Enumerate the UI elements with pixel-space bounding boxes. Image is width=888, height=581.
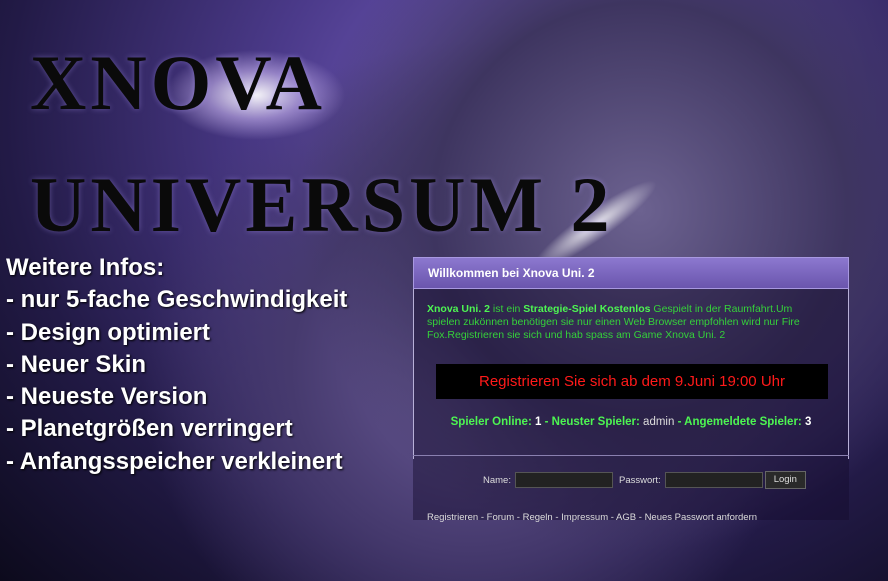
link-separator: -	[514, 512, 523, 523]
panel-body: Xnova Uni. 2 ist ein Strategie-Spiel Kos…	[413, 289, 849, 459]
link-terms[interactable]: AGB	[616, 512, 636, 523]
online-label: Spieler Online:	[450, 416, 532, 428]
intro-game-name: Xnova Uni. 2	[427, 303, 491, 315]
logo-title-line1: XNOVA	[30, 39, 326, 126]
link-separator: -	[608, 512, 617, 523]
newest-label: Neuster Spieler:	[551, 416, 640, 428]
footer-links: Registrieren - Forum - Regeln - Impressu…	[427, 512, 757, 523]
stats-separator: -	[541, 416, 552, 428]
info-item: - Design optimiert	[6, 318, 211, 346]
password-label: Passwort:	[618, 474, 661, 486]
info-item: - Neuer Skin	[6, 350, 147, 378]
info-item: - Neueste Version	[6, 383, 208, 411]
stats-separator: -	[674, 416, 685, 428]
info-item: - Anfangsspeicher verkleinert	[6, 447, 343, 475]
link-forum[interactable]: Forum	[487, 512, 514, 523]
intro-text: Xnova Uni. 2 ist ein Strategie-Spiel Kos…	[427, 303, 827, 342]
newest-value: admin	[643, 416, 675, 428]
link-separator: -	[478, 512, 487, 523]
info-item: - nur 5-fache Geschwindigkeit	[6, 286, 348, 314]
login-form: Name: Passwort: Login	[413, 471, 849, 489]
player-stats: Spieler Online: 1 - Neuster Spieler: adm…	[414, 416, 848, 428]
link-imprint[interactable]: Impressum	[561, 512, 608, 523]
panel-header: Willkommen bei Xnova Uni. 2	[413, 257, 849, 289]
name-label: Name:	[483, 474, 511, 486]
login-button[interactable]: Login	[764, 471, 806, 489]
welcome-panel: Willkommen bei Xnova Uni. 2 Xnova Uni. 2…	[413, 257, 849, 523]
registered-value: 3	[804, 416, 812, 428]
registration-notice: Registrieren Sie sich ab dem 9.Juni 19:0…	[436, 364, 828, 399]
logo-title-line2: UNIVERSUM 2	[30, 161, 614, 248]
info-heading: Weitere Infos:	[6, 254, 165, 281]
panel-divider	[413, 455, 849, 456]
link-separator: -	[636, 512, 645, 523]
info-item: - Planetgrößen verringert	[6, 415, 293, 443]
info-list: Weitere Infos: - nur 5-fache Geschwindig…	[6, 252, 347, 478]
registered-label: Angemeldete Spieler:	[684, 416, 802, 428]
link-separator: -	[552, 512, 562, 523]
intro-part1: ist ein	[490, 303, 524, 315]
link-rules[interactable]: Regeln	[523, 512, 553, 523]
link-new-password[interactable]: Neues Passwort anfordern	[645, 512, 757, 523]
link-register[interactable]: Registrieren	[427, 512, 478, 523]
password-input[interactable]	[664, 472, 763, 488]
intro-highlight: Strategie-Spiel Kostenlos	[523, 303, 651, 315]
name-input[interactable]	[514, 472, 613, 488]
